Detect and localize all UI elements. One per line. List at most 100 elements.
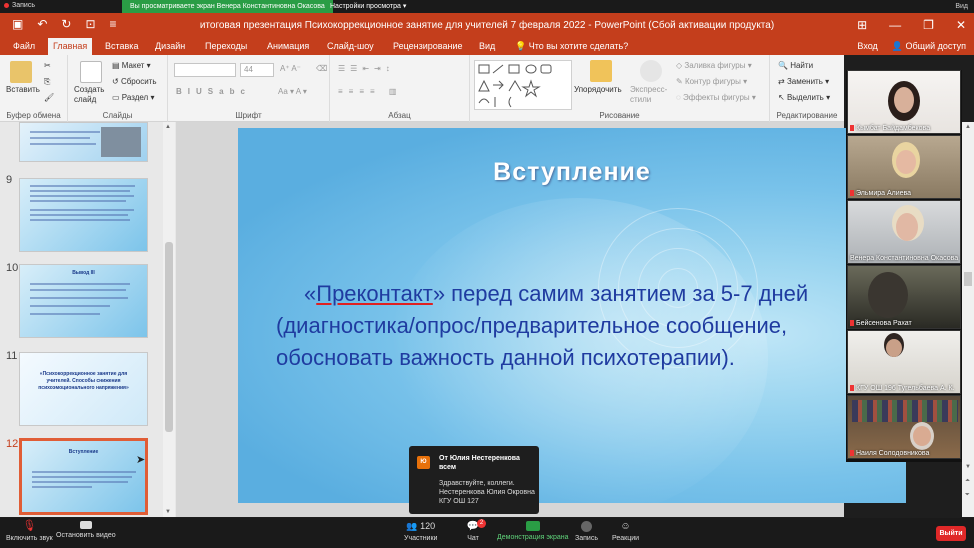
slide-body-text[interactable]: «Преконтакт» перед самим занятием за 5-7… [276,278,836,374]
slides-label: Слайды [102,111,133,120]
slide-thumbnail-9[interactable] [19,178,148,252]
format-painter-icon[interactable]: 🖌 [44,93,54,102]
stop-video-button[interactable]: Остановить видео [56,521,116,539]
recording-indicator[interactable]: Запись [4,2,35,9]
copy-icon[interactable]: ⎘ [44,77,50,87]
participant-video[interactable]: Бейсенова Рахат [847,265,961,329]
thumbnails-scrollbar[interactable]: ▲ ▼ [163,122,175,517]
zoom-toolbar: 🎙 Включить звук Остановить видео 👥 120 У… [0,518,974,548]
chat-button[interactable]: 💬 Чат 2 [466,519,486,542]
scroll-up-icon[interactable]: ▲ [165,124,171,130]
slides-group: Создать слайд ▤ Макет ▾ ↺ Сбросить ▭ Раз… [68,55,168,122]
quick-styles-icon[interactable] [640,60,662,82]
tab-view[interactable]: Вид [474,38,500,55]
replace-button[interactable]: ⇄ Заменить ▾ [778,77,829,86]
share-screen-button[interactable]: Демонстрация экрана [497,521,569,541]
drawing-label: Рисование [599,111,640,120]
close-icon[interactable]: ✕ [956,13,966,38]
mouse-cursor-icon: ➤ [136,454,146,466]
participant-name: Кымбат Байдамбекова [850,125,930,132]
paste-button[interactable]: Вставить [6,85,40,94]
restore-icon[interactable]: ❐ [923,13,934,38]
participant-video[interactable]: Эльмира Алиева [847,135,961,199]
scroll-thumb[interactable] [964,272,972,286]
cut-icon[interactable]: ✂ [44,61,51,70]
tab-animation[interactable]: Анимация [262,38,314,55]
tab-transitions[interactable]: Переходы [200,38,252,55]
tell-me-box[interactable]: 💡 Что вы хотите сделать? [510,38,633,55]
next-slide-icon[interactable]: ⏷ [965,492,970,499]
arrange-button[interactable]: Упорядочить [574,85,622,94]
tab-review[interactable]: Рецензирование [388,38,468,55]
shapes-gallery[interactable] [474,60,572,110]
font-color-icon[interactable]: Aa ▾ A ▾ [278,87,307,96]
view-button[interactable]: Вид [955,0,968,13]
leave-button[interactable]: Выйти [936,526,966,541]
reactions-button[interactable]: ☺ Реакции [612,521,639,542]
chat-sender: От Юлия Нестеренкова всем [439,455,520,471]
font-size-input[interactable]: 44 [240,63,274,77]
chat-notification[interactable]: Ю От Юлия Нестеренкова всем Здравствуйте,… [409,446,539,514]
participant-name: Наиля Солодовникова [850,450,929,457]
current-slide[interactable]: Вступление «Преконтакт» перед самим заня… [238,128,906,503]
select-button[interactable]: ↖ Выделить ▾ [778,93,830,102]
shape-effects-button[interactable]: ◌ Эффекты фигуры ▾ [676,93,756,102]
participant-video[interactable]: Кымбат Байдамбекова [847,70,961,134]
participant-video[interactable]: КГУ ОШ 196 Тугельбаева А. К. [847,330,961,394]
underlined-word: Преконтакт [316,281,433,306]
ribbon: Вставить ✂ ⎘ 🖌 Буфер обмена Создать слай… [0,55,844,122]
slide-thumbnail-8[interactable] [19,122,148,162]
find-button[interactable]: 🔍 Найти [778,61,813,70]
new-slide-icon[interactable] [80,61,102,83]
tab-insert[interactable]: Вставка [100,38,143,55]
prev-slide-icon[interactable]: ⏶ [965,478,970,485]
editing-label: Редактирование [776,111,838,120]
tab-design[interactable]: Дизайн [150,38,190,55]
scroll-down-icon[interactable]: ▼ [165,509,171,515]
clear-format-icon[interactable]: ⌫ [316,64,327,73]
font-name-input[interactable] [174,63,236,77]
font-style-buttons[interactable]: BIUSabc [176,87,251,96]
slide-thumbnails-pane: 9 10 Вывод III 11 «Психокоррекционное за… [0,122,176,517]
new-slide-button[interactable]: Создать слайд [74,85,108,105]
tab-slideshow[interactable]: Слайд-шоу [322,38,379,55]
title-bar: ▣ ↶ ↻ ⊡ ≡ итоговая презентация Психокорр… [0,13,974,38]
align-buttons[interactable]: ≡≡≡≡ ▥ [338,87,402,96]
participant-name: Венера Константиновна Окасова [850,255,959,262]
paragraph-label: Абзац [388,111,411,120]
slide-thumbnail-12[interactable]: Вступление ➤ [19,438,148,515]
shapes-icon [478,64,552,108]
window-controls: ⊞ — ❐ ✕ [857,13,966,38]
scroll-up-icon[interactable]: ▲ [965,124,971,130]
participant-video[interactable]: Наиля Солодовникова [847,395,961,459]
shape-fill-button[interactable]: ◇ Заливка фигуры ▾ [676,61,752,70]
grow-font-icon[interactable]: A⁺ A⁻ [280,64,301,73]
participants-button[interactable]: 👥 120 Участники [404,521,437,542]
editor-scrollbar[interactable]: ▲ ▼ ⏶ ⏷ [962,122,974,517]
paste-icon[interactable] [10,61,32,83]
scroll-thumb[interactable] [165,242,173,432]
share-button[interactable]: 👤 Общий доступ [892,38,966,55]
sign-in-link[interactable]: Вход [857,38,877,55]
slide-title[interactable]: Вступление [238,158,906,187]
reset-button[interactable]: ↺ Сбросить [112,77,157,86]
tab-home[interactable]: Главная [48,38,93,55]
arrange-icon[interactable] [590,60,612,82]
tab-file[interactable]: Файл [8,38,40,55]
scroll-down-icon[interactable]: ▼ [965,464,971,470]
quick-styles-button[interactable]: Экспресс-стили [630,85,670,105]
participant-video[interactable]: Венера Константиновна Окасова [847,200,961,264]
list-buttons[interactable]: ☰☰⇤⇥↕ [338,64,395,73]
unmute-button[interactable]: 🎙 Включить звук [6,521,53,543]
minimize-icon[interactable]: — [889,13,901,38]
slide-thumbnail-10[interactable]: Вывод III [19,264,148,338]
view-options-button[interactable]: Настройки просмотра ▾ [330,0,406,13]
slide-thumbnail-11[interactable]: «Психокоррекционное занятие для учителей… [19,352,148,426]
ribbon-display-icon[interactable]: ⊞ [857,13,867,38]
thumbnail-title: Вступление [68,449,99,455]
layout-button[interactable]: ▤ Макет ▾ [112,61,151,70]
section-button[interactable]: ▭ Раздел ▾ [112,93,154,102]
muted-mic-icon [850,385,854,391]
shape-outline-button[interactable]: ✎ Контур фигуры ▾ [676,77,747,86]
record-button[interactable]: Запись [575,521,598,542]
